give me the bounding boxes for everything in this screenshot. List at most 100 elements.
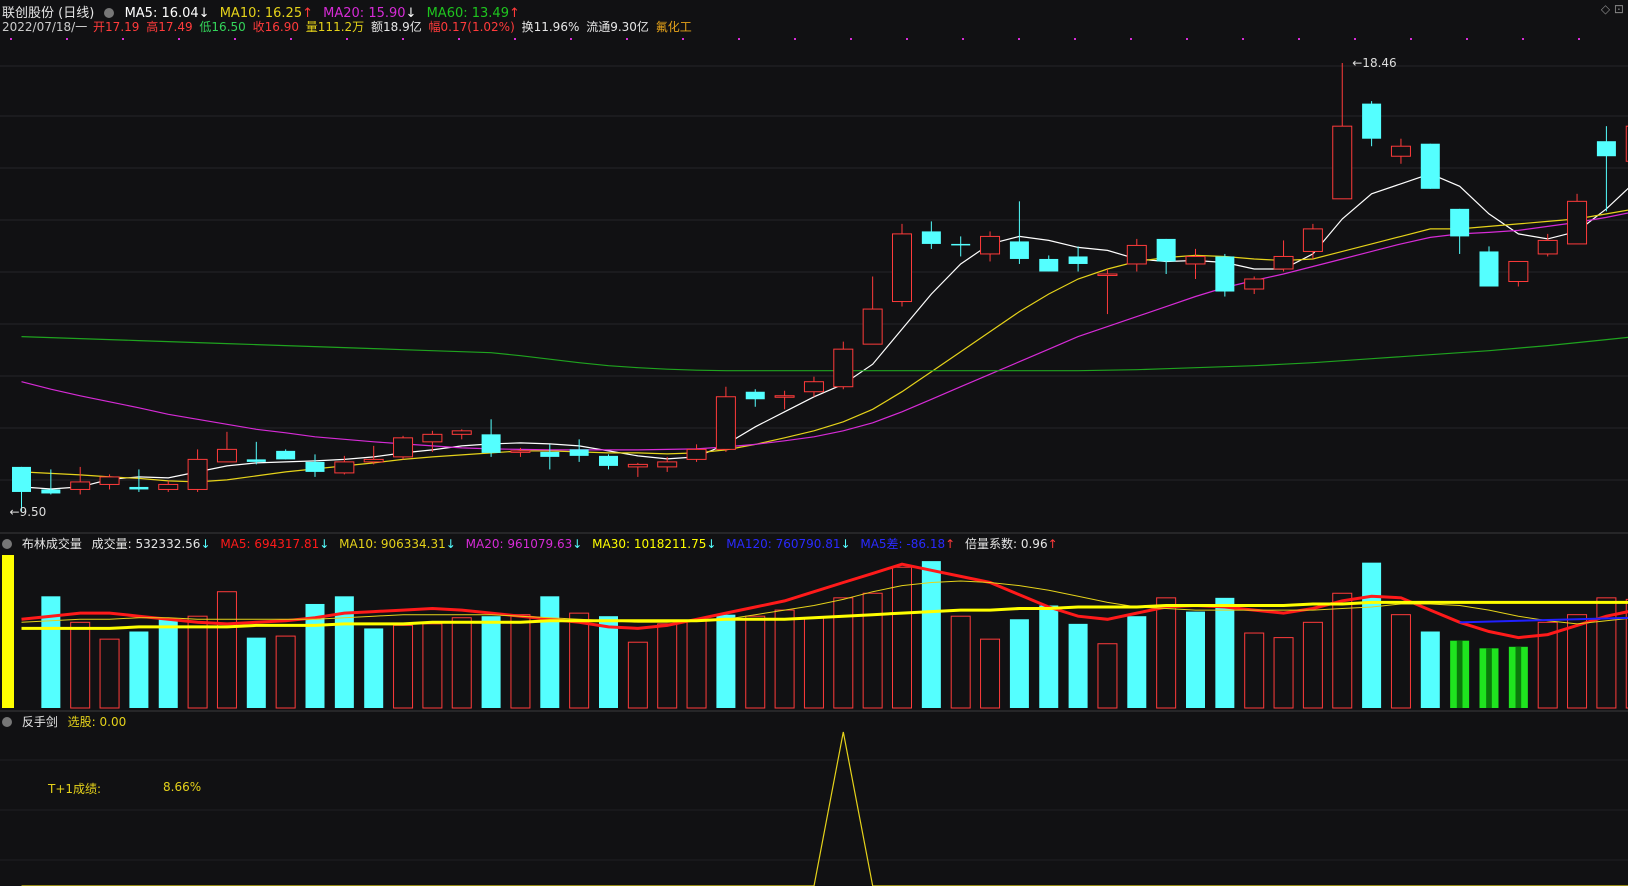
candle-body <box>1508 260 1529 283</box>
candle-body <box>334 461 355 474</box>
window-controls[interactable]: ◇ ⊡ <box>1601 2 1624 16</box>
volume-bar-core <box>1515 646 1522 708</box>
volume-bar <box>1009 619 1029 708</box>
candle-body <box>1332 125 1353 200</box>
volume-bar <box>1215 597 1235 708</box>
date-marker <box>626 38 628 40</box>
volume-bar <box>716 614 736 708</box>
volume-bar <box>1244 632 1265 709</box>
candle-body <box>1039 258 1059 272</box>
candle-body <box>627 463 648 468</box>
volume-ma5-line <box>21 562 1628 640</box>
volume-bar <box>422 623 443 709</box>
volume-bar <box>364 628 384 708</box>
date-marker <box>1354 38 1356 40</box>
date-marker <box>794 38 796 40</box>
volume-bar <box>862 592 883 709</box>
date-marker <box>1522 38 1524 40</box>
volume-bar <box>1302 621 1323 709</box>
candle-body <box>980 235 1001 255</box>
candle-body <box>774 395 795 398</box>
candle-body <box>833 348 854 388</box>
volume-bar <box>216 591 237 709</box>
candle-body <box>1068 256 1088 264</box>
indicator-settings-icon[interactable] <box>2 717 12 727</box>
volume-bar <box>686 620 707 709</box>
candle-body <box>745 391 765 400</box>
volume-bar <box>481 616 501 708</box>
candle-body <box>1596 141 1616 157</box>
volume-bar <box>1390 614 1411 709</box>
volume-bar <box>70 621 91 709</box>
volume-bar <box>627 641 648 709</box>
candle-body <box>393 437 414 458</box>
candle-body <box>1537 239 1558 255</box>
date-marker <box>738 38 740 40</box>
date-marker <box>682 38 684 40</box>
date-marker <box>850 38 852 40</box>
volume-bar <box>569 612 590 709</box>
settings-icon[interactable] <box>104 8 115 18</box>
volume-bar-core <box>1456 640 1463 708</box>
price-ma10-line <box>21 209 1628 483</box>
volume-indicator-name[interactable]: 布林成交量 <box>22 537 82 551</box>
candle-body <box>1097 273 1118 276</box>
quote-turnover: 换11.96% <box>521 20 580 34</box>
candle-body <box>1450 208 1470 237</box>
candle-body <box>1302 228 1323 252</box>
indicator-line <box>21 731 1628 886</box>
candle-body <box>216 448 237 463</box>
volume-bar <box>1479 648 1499 708</box>
volume-bar <box>980 638 1001 709</box>
volume-bar <box>275 635 296 709</box>
date-marker <box>1410 38 1412 40</box>
quote-date: 2022/07/18/一 <box>2 20 88 34</box>
date-marker <box>962 38 964 40</box>
date-marker <box>1298 38 1300 40</box>
candle-body <box>451 430 472 435</box>
volume-bar <box>1508 646 1528 708</box>
volume-ma30: MA30: 1018211.75↓ <box>592 537 717 551</box>
volume-bar <box>540 596 560 708</box>
volume-bar <box>1068 623 1088 708</box>
date-marker <box>1130 38 1132 40</box>
candle-body <box>540 451 560 457</box>
quote-low: 低16.50 <box>199 20 246 34</box>
volume-bar <box>1097 643 1118 709</box>
candle-body <box>1156 238 1176 262</box>
indicator-header: 反手剑 选股: 0.00 <box>2 713 132 730</box>
volume-bar <box>774 609 795 709</box>
volume-ratio: 倍量系数: 0.96↑ <box>965 537 1058 551</box>
date-marker <box>122 38 124 40</box>
volume-bar <box>1450 640 1470 708</box>
volume-bar <box>892 566 912 709</box>
date-marker <box>1186 38 1188 40</box>
candle-body <box>1244 278 1265 290</box>
volume-bar <box>1186 611 1205 708</box>
candle-body <box>305 461 325 472</box>
volume-ma20: MA20: 961079.63↓ <box>465 537 583 551</box>
quote-change: 幅0.17(1.02%) <box>428 20 515 34</box>
candle-body <box>1479 251 1499 287</box>
volume-bar <box>510 614 531 709</box>
volume-ma120: MA120: 760790.81↓ <box>726 537 851 551</box>
chart-canvas[interactable]: ←18.46 ←9.50 <box>0 0 1628 886</box>
volume-bar <box>599 616 618 708</box>
date-marker <box>1018 38 1020 40</box>
candle-body <box>70 481 91 490</box>
volume-bar <box>745 615 766 709</box>
candle-body <box>892 233 912 303</box>
quote-amount: 额18.9亿 <box>370 20 422 34</box>
candle-body <box>41 489 61 494</box>
quote-open: 开17.19 <box>93 20 140 34</box>
indicator-pick: 选股: 0.00 <box>67 715 127 729</box>
volume-header: 布林成交量 成交量: 532332.56↓ MA5: 694317.81↓ MA… <box>2 535 1064 552</box>
high-price-label: ←18.46 <box>1352 56 1396 70</box>
volume-ma10-line <box>21 580 1628 625</box>
quote-sector[interactable]: 氟化工 <box>656 20 692 34</box>
indicator-name[interactable]: 反手剑 <box>22 715 58 729</box>
volume-bar <box>334 596 354 708</box>
volume-settings-icon[interactable] <box>2 539 12 549</box>
volume-bar <box>1420 631 1440 708</box>
candle-body <box>481 434 501 453</box>
